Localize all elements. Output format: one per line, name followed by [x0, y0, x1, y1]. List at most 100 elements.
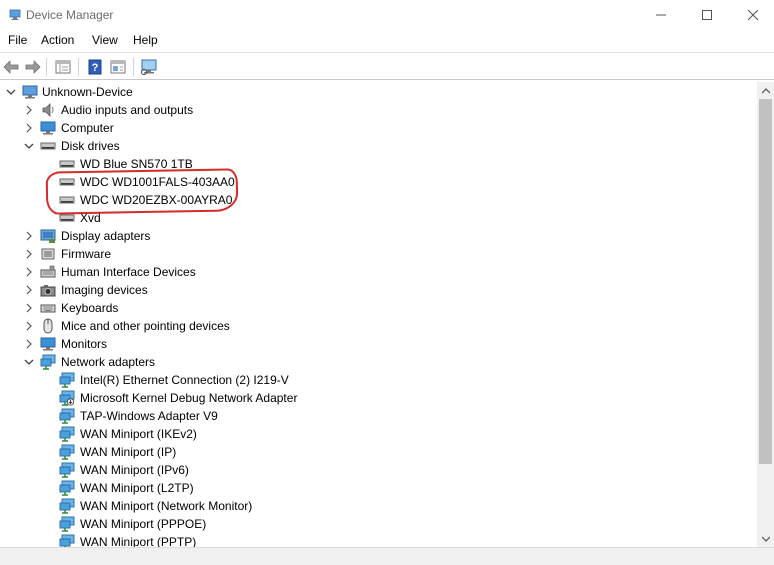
- expanded-chevron-icon[interactable]: [5, 86, 17, 98]
- properties-button[interactable]: [53, 57, 73, 77]
- tree-device-network[interactable]: WAN Miniport (PPTP): [0, 533, 757, 547]
- tree-device-network[interactable]: Intel(R) Ethernet Connection (2) I219-V: [0, 371, 757, 389]
- properties-icon: [55, 60, 71, 74]
- device-label: WAN Miniport (IP): [80, 445, 177, 459]
- tree-device-network[interactable]: WAN Miniport (IPv6): [0, 461, 757, 479]
- window-title: Device Manager: [26, 8, 114, 22]
- category-label: Computer: [61, 121, 114, 135]
- scroll-down-button[interactable]: [757, 530, 774, 547]
- tree-device-network[interactable]: WAN Miniport (PPPOE): [0, 515, 757, 533]
- scroll-up-button[interactable]: [757, 82, 774, 99]
- toolbar-separator: [46, 58, 47, 76]
- maximize-button[interactable]: [684, 0, 730, 30]
- tree-device-network[interactable]: WAN Miniport (IP): [0, 443, 757, 461]
- computer-icon: [40, 121, 56, 135]
- collapsed-chevron-icon[interactable]: [23, 248, 35, 260]
- expanded-chevron-icon[interactable]: [23, 356, 35, 368]
- keyboard-icon: [40, 304, 56, 313]
- tree-device-network[interactable]: TAP-Windows Adapter V9: [0, 407, 757, 425]
- root-label: Unknown-Device: [42, 85, 133, 99]
- tree-device-network[interactable]: Microsoft Kernel Debug Network Adapter: [0, 389, 757, 407]
- device-label: WD Blue SN570 1TB: [80, 157, 193, 171]
- help-icon: ?: [88, 59, 102, 75]
- tree-device-disk[interactable]: WD Blue SN570 1TB: [0, 155, 757, 173]
- category-label: Monitors: [61, 337, 108, 351]
- network-adapter-icon: [59, 372, 75, 388]
- disk-drive-icon: [59, 160, 75, 168]
- device-label: Microsoft Kernel Debug Network Adapter: [80, 391, 298, 405]
- category-label: Mice and other pointing devices: [61, 319, 230, 333]
- vertical-scrollbar[interactable]: [757, 82, 774, 547]
- mouse-icon: [43, 318, 53, 334]
- collapsed-chevron-icon[interactable]: [23, 104, 35, 116]
- collapsed-chevron-icon[interactable]: [23, 302, 35, 314]
- menu-view[interactable]: View: [91, 33, 119, 47]
- display-adapter-icon: [40, 229, 56, 243]
- scroll-up-arrow-icon: [761, 87, 770, 93]
- device-label: WDC WD1001FALS-403AA0: [80, 175, 235, 189]
- title-bar: Device Manager: [0, 0, 774, 30]
- device-label: Intel(R) Ethernet Connection (2) I219-V: [80, 373, 289, 387]
- network-adapter-icon: [59, 534, 75, 547]
- tree-device-network[interactable]: WAN Miniport (IKEv2): [0, 425, 757, 443]
- device-tree: Unknown-Device Audio inputs and outputs …: [0, 82, 757, 547]
- tree-device-network[interactable]: WAN Miniport (L2TP): [0, 479, 757, 497]
- close-button[interactable]: [730, 0, 774, 30]
- tree-device-disk[interactable]: WDC WD1001FALS-403AA0: [0, 173, 757, 191]
- tree-category-imaging[interactable]: Imaging devices: [0, 281, 757, 299]
- collapsed-chevron-icon[interactable]: [23, 284, 35, 296]
- network-adapter-icon: [59, 462, 75, 478]
- network-adapter-icon: [59, 444, 75, 460]
- tree-category-mice[interactable]: Mice and other pointing devices: [0, 317, 757, 335]
- collapsed-chevron-icon[interactable]: [23, 122, 35, 134]
- minimize-button[interactable]: [638, 0, 684, 30]
- collapsed-chevron-icon[interactable]: [23, 266, 35, 278]
- category-label: Network adapters: [61, 355, 156, 369]
- tree-device-disk[interactable]: WDC WD20EZBX-00AYRA0: [0, 191, 757, 209]
- menu-bar: File Action View Help: [0, 30, 774, 51]
- forward-arrow-icon: [25, 60, 41, 74]
- tree-device-network[interactable]: WAN Miniport (Network Monitor): [0, 497, 757, 515]
- collapsed-chevron-icon[interactable]: [23, 338, 35, 350]
- help-button[interactable]: ?: [85, 57, 105, 77]
- back-button[interactable]: [1, 57, 21, 77]
- network-adapter-icon: [59, 516, 75, 532]
- collapsed-chevron-icon[interactable]: [23, 320, 35, 332]
- collapsed-chevron-icon[interactable]: [23, 230, 35, 242]
- tree-category-network-adapters[interactable]: Network adapters: [0, 353, 757, 371]
- tree-category-hid[interactable]: Human Interface Devices: [0, 263, 757, 281]
- device-label: Xvd: [80, 211, 101, 225]
- tree-root[interactable]: Unknown-Device: [0, 83, 757, 101]
- scan-hardware-button[interactable]: [139, 57, 159, 77]
- disk-drive-icon: [59, 214, 75, 222]
- network-adapter-icon: [59, 408, 75, 424]
- tree-category-audio[interactable]: Audio inputs and outputs: [0, 101, 757, 119]
- menu-action[interactable]: Action: [40, 33, 75, 47]
- disk-drive-icon: [59, 178, 75, 186]
- network-adapter-icon: [59, 426, 75, 442]
- expanded-chevron-icon[interactable]: [23, 140, 35, 152]
- device-manager-icon: [9, 9, 21, 20]
- device-label: WAN Miniport (IKEv2): [80, 427, 197, 441]
- tree-category-keyboards[interactable]: Keyboards: [0, 299, 757, 317]
- network-adapter-debug-icon: [59, 390, 75, 406]
- device-label: WAN Miniport (PPPOE): [80, 517, 207, 531]
- camera-icon: [40, 285, 56, 297]
- tree-category-firmware[interactable]: Firmware: [0, 245, 757, 263]
- menu-file[interactable]: File: [7, 33, 28, 47]
- scrollbar-thumb[interactable]: [759, 99, 772, 464]
- close-icon: [748, 10, 758, 20]
- tree-category-display-adapters[interactable]: Display adapters: [0, 227, 757, 245]
- category-label: Human Interface Devices: [61, 265, 196, 279]
- tree-device-disk[interactable]: Xvd: [0, 209, 757, 227]
- scroll-down-arrow-icon: [761, 536, 770, 542]
- category-label: Firmware: [61, 247, 111, 261]
- category-label: Keyboards: [61, 301, 119, 315]
- tree-category-computer[interactable]: Computer: [0, 119, 757, 137]
- show-hidden-button[interactable]: [108, 57, 128, 77]
- tree-category-monitors[interactable]: Monitors: [0, 335, 757, 353]
- disk-drive-icon: [59, 196, 75, 204]
- menu-help[interactable]: Help: [132, 33, 159, 47]
- tree-category-disk-drives[interactable]: Disk drives: [0, 137, 757, 155]
- forward-button[interactable]: [23, 57, 43, 77]
